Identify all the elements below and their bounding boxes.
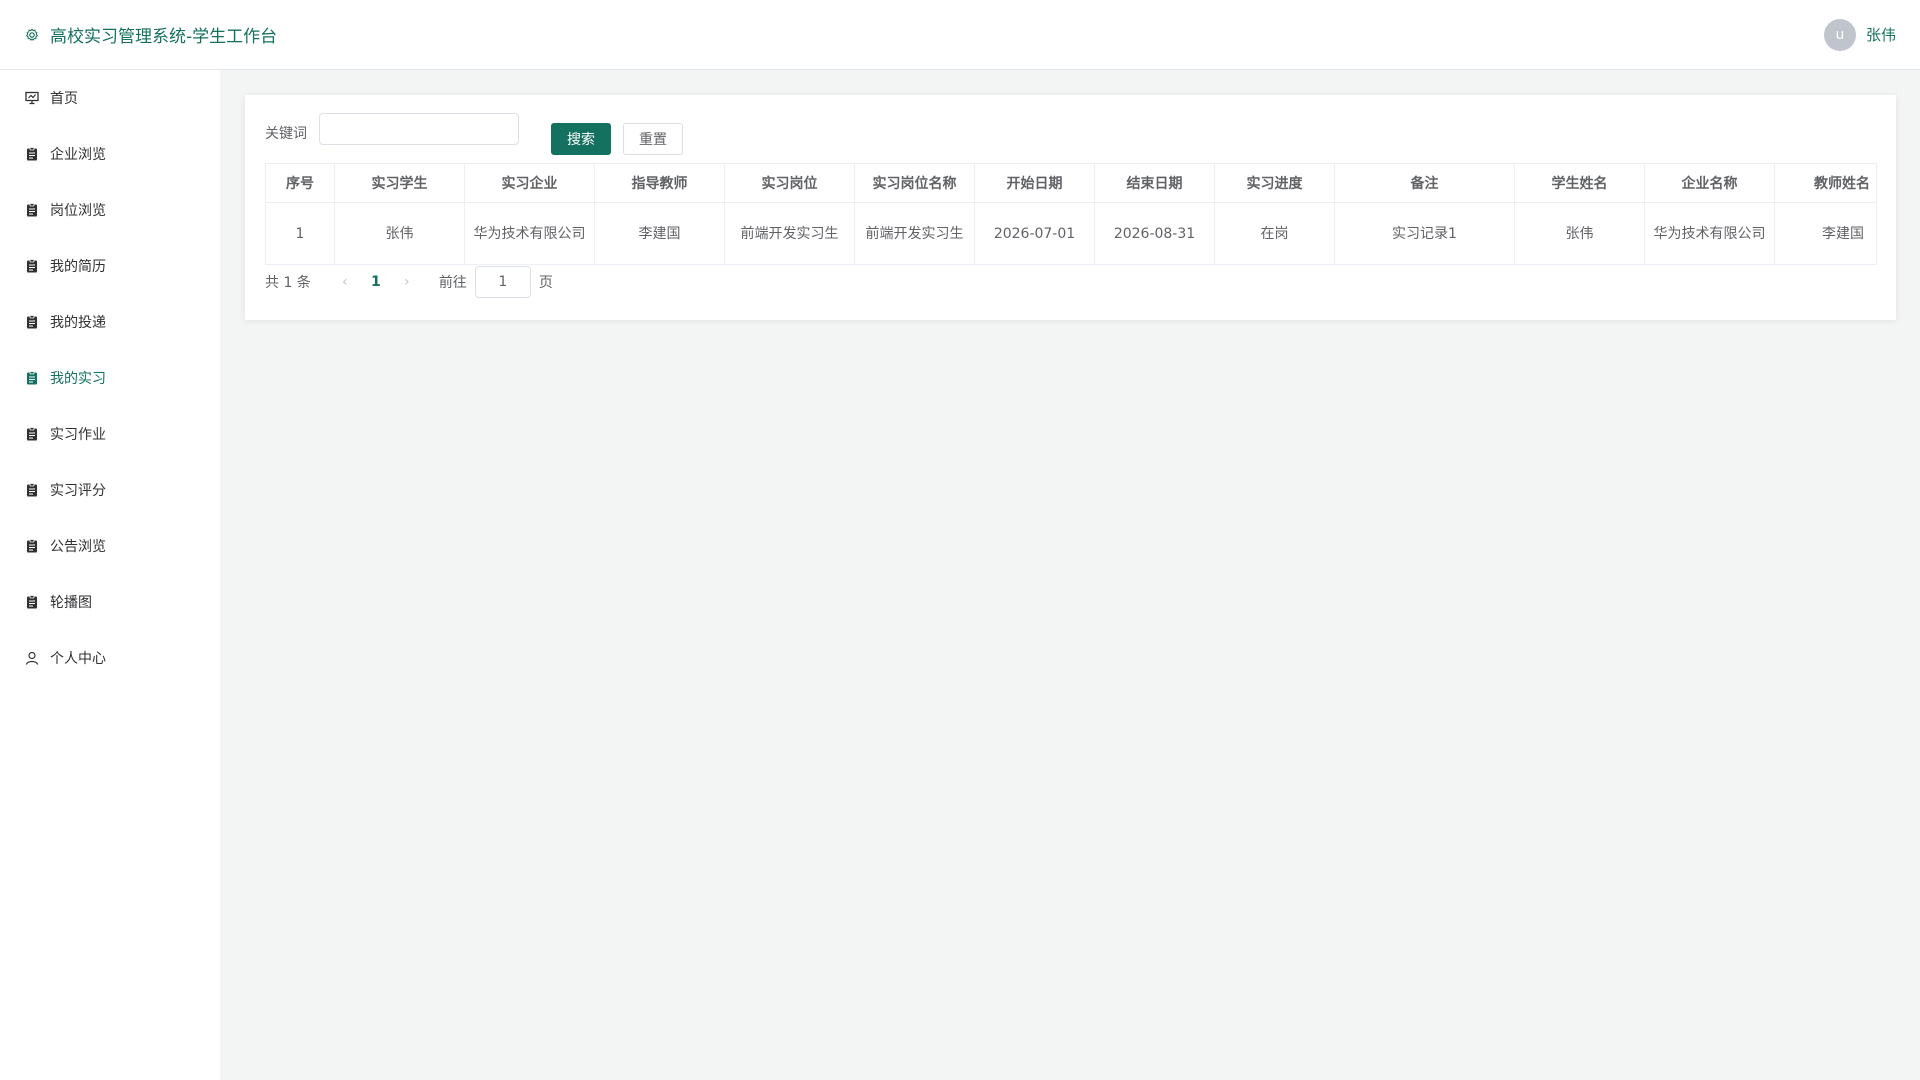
- sidebar-item-label: 我的实习: [50, 371, 106, 387]
- sidebar-item-label: 首页: [50, 91, 78, 107]
- keyword-label: 关键词: [265, 126, 307, 142]
- sidebar-item-home[interactable]: 首页: [0, 70, 220, 126]
- table-cell: 2026-07-01: [974, 202, 1095, 265]
- table-cell: 在岗: [1214, 202, 1335, 265]
- goto-page-input[interactable]: [474, 266, 531, 298]
- table-cell: 前端开发实习生: [854, 202, 975, 265]
- user-name[interactable]: 张伟: [1866, 24, 1896, 45]
- table-cell: 张伟: [1514, 202, 1645, 265]
- column-header: 结束日期: [1094, 163, 1215, 203]
- table-cell: 前端开发实习生: [724, 202, 855, 265]
- table-cell: 1: [265, 202, 335, 265]
- internship-table: 序号 实习学生 实习企业 指导教师 实习岗位 实习岗位名称 开始日期 结束日期 …: [265, 163, 1877, 265]
- avatar[interactable]: u: [1823, 18, 1856, 51]
- sidebar-item-my-applications[interactable]: 我的投递: [0, 294, 220, 350]
- search-button[interactable]: 搜索: [551, 123, 611, 155]
- clipboard-icon: [24, 482, 40, 498]
- sidebar-item-label: 企业浏览: [50, 147, 106, 163]
- table-cell: 李建国: [1774, 202, 1877, 265]
- sidebar-item-label: 公告浏览: [50, 539, 106, 555]
- reset-button[interactable]: 重置: [623, 123, 683, 155]
- clipboard-icon: [24, 538, 40, 554]
- goto-label: 前往: [438, 275, 467, 291]
- internship-list-card: 关键词 搜索 重置 序号 实习学生 实习企业 指导教师 实习岗位 实习岗位名称 …: [245, 95, 1896, 320]
- clipboard-icon: [24, 426, 40, 442]
- user-icon: [24, 650, 40, 666]
- sidebar-item-internship-homework[interactable]: 实习作业: [0, 406, 220, 462]
- column-header: 实习进度: [1214, 163, 1335, 203]
- keyword-input[interactable]: [319, 113, 519, 145]
- column-header: 教师姓名: [1774, 163, 1877, 203]
- clipboard-icon: [24, 314, 40, 330]
- gear-icon: [24, 27, 40, 43]
- page-suffix-label: 页: [538, 275, 553, 291]
- sidebar-item-label: 实习评分: [50, 483, 106, 499]
- sidebar-item-personal-center[interactable]: 个人中心: [0, 630, 220, 686]
- user-menu[interactable]: u 张伟: [1823, 18, 1896, 51]
- table-row[interactable]: 1 张伟 华为技术有限公司 李建国 前端开发实习生 前端开发实习生 2026-0…: [265, 202, 1877, 265]
- clipboard-icon: [24, 594, 40, 610]
- sidebar-item-label: 岗位浏览: [50, 203, 106, 219]
- top-header: 高校实习管理系统-学生工作台 u 张伟: [0, 0, 1920, 70]
- clipboard-icon: [24, 370, 40, 386]
- sidebar-item-label: 轮播图: [50, 595, 92, 611]
- page-number-current[interactable]: 1: [361, 274, 391, 290]
- column-header: 实习企业: [464, 163, 595, 203]
- app-title: 高校实习管理系统-学生工作台: [50, 27, 278, 47]
- column-header: 序号: [265, 163, 335, 203]
- column-header: 学生姓名: [1514, 163, 1645, 203]
- table-cell: 张伟: [334, 202, 465, 265]
- table-cell: 华为技术有限公司: [1644, 202, 1775, 265]
- sidebar-item-my-resume[interactable]: 我的简历: [0, 238, 220, 294]
- column-header: 实习学生: [334, 163, 465, 203]
- clipboard-icon: [24, 202, 40, 218]
- sidebar-item-label: 我的投递: [50, 315, 106, 331]
- column-header: 指导教师: [594, 163, 725, 203]
- sidebar-item-job-browse[interactable]: 岗位浏览: [0, 182, 220, 238]
- sidebar: 首页 企业浏览 岗位浏览 我的简历 我的投递 我的实习 实习作业 实习评分 公告…: [0, 70, 220, 1080]
- brand: 高校实习管理系统-学生工作台: [24, 22, 277, 47]
- sidebar-item-label: 我的简历: [50, 259, 106, 275]
- sidebar-item-label: 个人中心: [50, 651, 106, 667]
- sidebar-item-carousel[interactable]: 轮播图: [0, 574, 220, 630]
- sidebar-item-announcements[interactable]: 公告浏览: [0, 518, 220, 574]
- table-cell: 实习记录1: [1334, 202, 1515, 265]
- table-cell: 华为技术有限公司: [464, 202, 595, 265]
- next-page-icon[interactable]: ›: [397, 274, 417, 290]
- column-header: 企业名称: [1644, 163, 1775, 203]
- column-header: 备注: [1334, 163, 1515, 203]
- table-cell: 2026-08-31: [1094, 202, 1215, 265]
- pagination-total: 共 1 条: [265, 275, 311, 291]
- sidebar-item-label: 实习作业: [50, 427, 106, 443]
- pagination: 共 1 条 ‹ 1 › 前往 页: [265, 265, 1876, 299]
- sidebar-item-company-browse[interactable]: 企业浏览: [0, 126, 220, 182]
- table-header-row: 序号 实习学生 实习企业 指导教师 实习岗位 实习岗位名称 开始日期 结束日期 …: [265, 163, 1877, 203]
- sidebar-item-my-internship[interactable]: 我的实习: [0, 350, 220, 406]
- clipboard-icon: [24, 258, 40, 274]
- column-header: 实习岗位名称: [854, 163, 975, 203]
- search-bar: 关键词 搜索 重置: [265, 113, 1876, 155]
- column-header: 开始日期: [974, 163, 1095, 203]
- sidebar-item-internship-score[interactable]: 实习评分: [0, 462, 220, 518]
- table-cell: 李建国: [594, 202, 725, 265]
- chart-board-icon: [24, 90, 40, 106]
- column-header: 实习岗位: [724, 163, 855, 203]
- clipboard-icon: [24, 146, 40, 162]
- prev-page-icon[interactable]: ‹: [335, 274, 355, 290]
